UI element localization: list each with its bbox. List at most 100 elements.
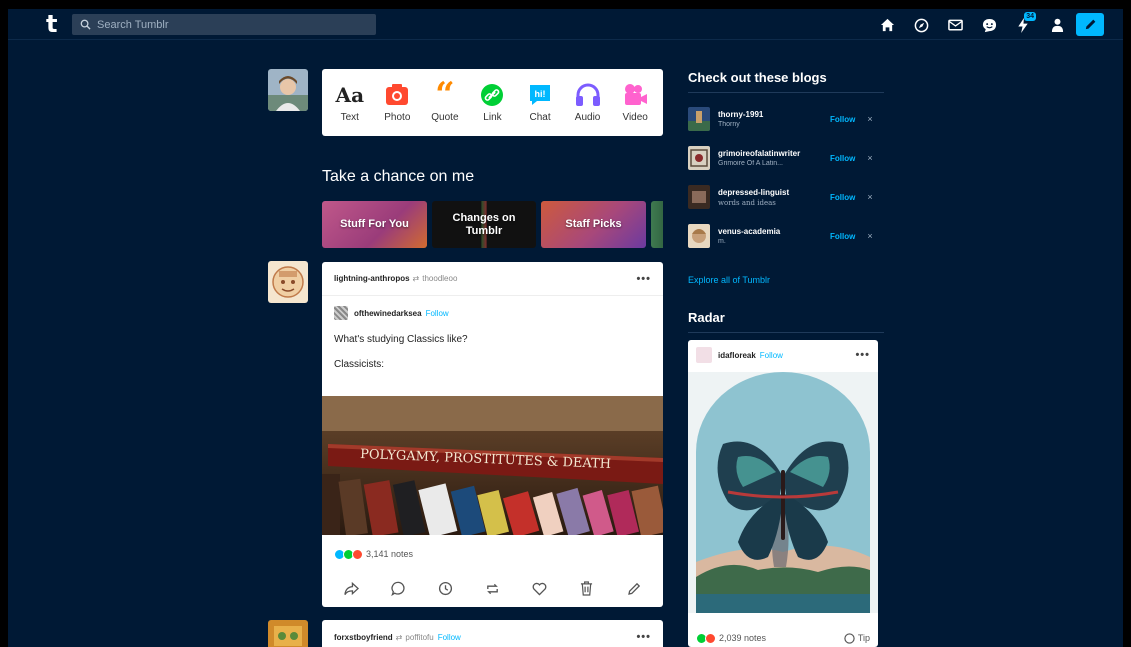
radar-notes-count[interactable]: 2,039 notes [719, 633, 766, 643]
post-type-text[interactable]: Aa Text [327, 82, 373, 123]
dismiss-close-icon[interactable]: × [867, 114, 872, 124]
account-person-icon[interactable] [1046, 14, 1068, 36]
post2-author-name[interactable]: forxstboyfriend [334, 633, 393, 642]
user-avatar[interactable] [268, 69, 308, 111]
pencil-icon [1085, 19, 1095, 30]
chance-card-next[interactable] [651, 201, 663, 248]
reblogged-from[interactable]: thoodleoo [422, 274, 457, 283]
post2-author-avatar[interactable] [268, 620, 308, 647]
dismiss-close-icon[interactable]: × [867, 231, 872, 241]
blog-title: Thorny [718, 121, 740, 128]
blog-name[interactable]: thorny-1991 [718, 110, 826, 119]
messaging-smiley-icon[interactable] [978, 14, 1000, 36]
recommended-blog-row[interactable]: depressed-linguist words and ideas Follo… [688, 182, 884, 212]
blog-name[interactable]: venus-academia [718, 227, 826, 236]
tumblr-logo[interactable]: t [46, 11, 57, 37]
post-header: lightning-anthropos ⇄ thoodleoo ••• [322, 262, 663, 296]
compose-pencil-button[interactable] [1076, 13, 1104, 36]
search-bar[interactable] [72, 14, 376, 35]
post-type-quote[interactable]: “ Quote [422, 75, 468, 123]
follow-button[interactable]: Follow [830, 232, 855, 241]
radar-author-avatar[interactable] [696, 347, 712, 363]
post-type-audio[interactable]: Audio [565, 82, 611, 123]
activity-lightning-icon[interactable]: 34 [1012, 12, 1036, 36]
home-icon[interactable] [876, 14, 898, 36]
post-type-link[interactable]: Link [469, 82, 515, 123]
radar-title: Radar [688, 310, 725, 325]
notes-count: 3,141 notes [366, 549, 414, 559]
blog-name[interactable]: depressed-linguist [718, 188, 826, 197]
post-author-name[interactable]: lightning-anthropos [334, 274, 410, 283]
top-navigation-bar: t 34 [8, 9, 1123, 40]
post-type-chat[interactable]: hi! Chat [517, 82, 563, 123]
like-heart-icon[interactable] [530, 579, 550, 599]
post-type-video[interactable]: Video [612, 82, 658, 123]
more-options-icon[interactable]: ••• [855, 349, 870, 361]
edit-pencil-icon[interactable] [624, 579, 644, 599]
post2-card: forxstboyfriend ⇄ poffitofu Follow ••• [322, 620, 663, 647]
inbox-mail-icon[interactable] [944, 14, 966, 36]
reply-comment-icon[interactable] [389, 579, 409, 599]
blog-avatar[interactable] [688, 146, 710, 170]
recommended-blog-row[interactable]: venus-academia m. Follow × [688, 221, 884, 251]
radar-post-footer: 2,039 notes Tip [688, 628, 878, 647]
follow-button[interactable]: Follow [830, 154, 855, 163]
reblog-trail-header: ofthewinedarksea Follow [334, 306, 651, 320]
radar-post-header: idafloreak Follow ••• [688, 340, 878, 370]
radar-author-name[interactable]: idafloreak [718, 351, 756, 360]
queue-clock-icon[interactable] [436, 579, 456, 599]
divider [688, 332, 884, 333]
search-input[interactable] [97, 18, 367, 31]
camera-icon [384, 82, 410, 108]
recommended-blog-row[interactable]: grimoireofalatinwriter Grimoire Of A Lat… [688, 143, 884, 173]
post2-header: forxstboyfriend ⇄ poffitofu Follow ••• [322, 620, 663, 647]
trail-author-name[interactable]: ofthewinedarksea [354, 309, 422, 318]
search-icon [80, 19, 91, 30]
text-icon: Aa [335, 83, 365, 107]
post-type-photo[interactable]: Photo [374, 82, 420, 123]
chance-card-changes-on-tumblr[interactable]: Changes on Tumblr [432, 201, 536, 248]
share-icon[interactable] [342, 579, 362, 599]
post-notes[interactable]: 3,141 notes [322, 539, 663, 569]
blog-title: Grimoire Of A Latin... [718, 160, 783, 167]
dismiss-close-icon[interactable]: × [867, 192, 872, 202]
dismiss-close-icon[interactable]: × [867, 153, 872, 163]
post-photo[interactable]: POLYGAMY, PROSTITUTES & DEATH [322, 396, 663, 535]
follow-button[interactable]: Follow [830, 193, 855, 202]
svg-text:hi!: hi! [535, 89, 546, 99]
tip-coin-icon [844, 632, 855, 644]
more-options-icon[interactable]: ••• [636, 631, 651, 643]
activity-badge: 34 [1024, 12, 1036, 21]
explore-compass-icon[interactable] [910, 14, 932, 36]
chance-card-staff-picks[interactable]: Staff Picks [541, 201, 646, 248]
note-type-icons [334, 548, 363, 560]
chance-carousel: Stuff For You Changes on Tumblr Staff Pi… [322, 201, 663, 248]
reblog-icon: ⇄ [412, 274, 420, 283]
explore-all-link[interactable]: Explore all of Tumblr [688, 275, 770, 285]
more-options-icon[interactable]: ••• [636, 273, 651, 285]
chance-card-stuff-for-you[interactable]: Stuff For You [322, 201, 427, 248]
blog-avatar[interactable] [688, 107, 710, 131]
post-author-avatar[interactable] [268, 261, 308, 303]
radar-follow-link[interactable]: Follow [760, 351, 783, 360]
delete-trash-icon[interactable] [577, 579, 597, 599]
reblog-icon[interactable] [483, 579, 503, 599]
post-body: ofthewinedarksea Follow What's studying … [322, 296, 663, 370]
tumblr-dashboard: t 34 [8, 9, 1123, 647]
radar-post-image[interactable] [688, 372, 878, 613]
post2-follow-link[interactable]: Follow [438, 633, 461, 642]
link-icon [479, 82, 505, 108]
blog-name[interactable]: grimoireofalatinwriter [718, 149, 826, 158]
radar-post-card: idafloreak Follow ••• 2,039 notes Tip [688, 340, 878, 647]
trail-avatar[interactable] [334, 306, 348, 320]
divider [688, 92, 884, 93]
follow-button[interactable]: Follow [830, 115, 855, 124]
post-text-question: What's studying Classics like? [334, 334, 468, 345]
recommended-blog-row[interactable]: thorny-1991 Thorny Follow × [688, 104, 884, 134]
tip-button[interactable]: Tip [844, 632, 870, 644]
post2-reblogged-from[interactable]: poffitofu [405, 633, 433, 642]
blog-avatar[interactable] [688, 185, 710, 209]
blog-avatar[interactable] [688, 224, 710, 248]
quote-icon: “ [435, 75, 455, 115]
trail-follow-link[interactable]: Follow [426, 309, 449, 318]
